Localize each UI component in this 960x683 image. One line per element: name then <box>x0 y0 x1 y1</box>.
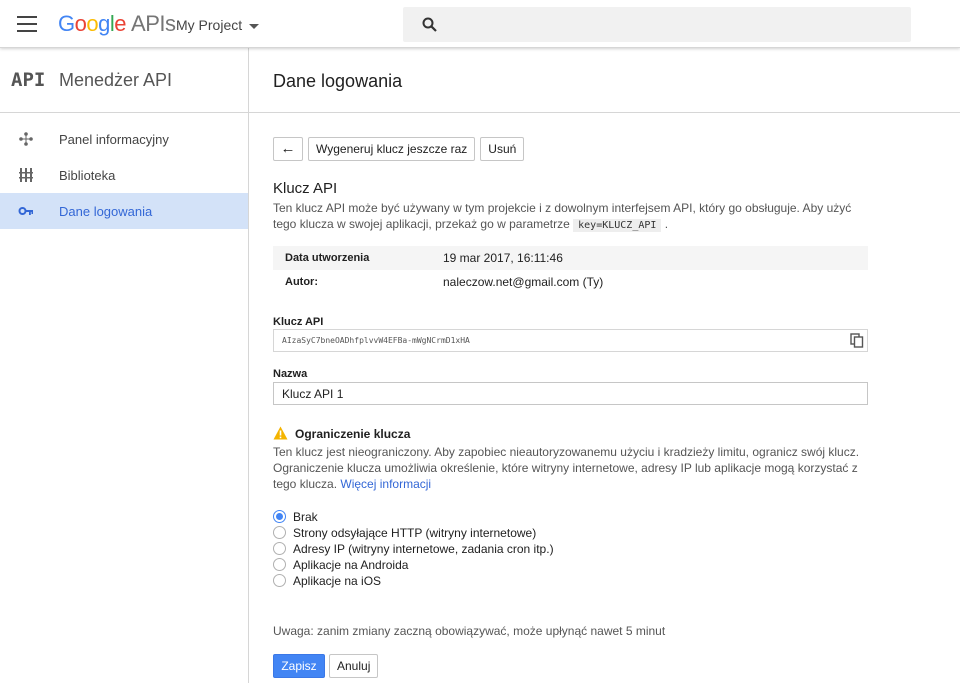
toolbar: ← Wygeneruj klucz jeszcze raz Usuń <box>273 137 868 162</box>
radio-unselected[interactable] <box>273 574 286 587</box>
sidebar-item-credentials[interactable]: Dane logowania <box>0 193 248 229</box>
library-icon <box>19 168 33 182</box>
key-metadata: Data utworzenia 19 mar 2017, 16:11:46 Au… <box>273 246 868 294</box>
logo-suffix: APIs <box>131 11 176 36</box>
created-label: Data utworzenia <box>285 252 370 264</box>
page-header: Dane logowania <box>249 48 960 113</box>
radio-unselected[interactable] <box>273 542 286 555</box>
description-end: . <box>664 217 669 231</box>
save-button[interactable]: Zapisz <box>273 654 325 678</box>
name-label: Nazwa <box>273 368 308 380</box>
param-code: key=KLUCZ_API <box>573 219 662 232</box>
regenerate-key-button[interactable]: Wygeneruj klucz jeszcze raz <box>308 137 476 161</box>
more-info-link[interactable]: Więcej informacji <box>340 477 431 491</box>
radio-unselected[interactable] <box>273 526 286 539</box>
dashboard-icon <box>19 132 33 146</box>
propagation-note: Uwaga: zanim zmiany zaczną obowiązywać, … <box>273 624 666 638</box>
logo-letter: G <box>58 11 75 36</box>
created-value: 19 mar 2017, 16:11:46 <box>443 251 563 265</box>
api-key-value[interactable]: AIzaSyC7bneOADhfplvvW4EFBa-mWgNCrmD1xHA <box>282 336 470 345</box>
sidebar: API Menedżer API Panel informacyjny Bibl… <box>0 48 249 683</box>
sidebar-item-label: Dane logowania <box>59 204 153 219</box>
sidebar-item-library[interactable]: Biblioteka <box>0 157 248 193</box>
radio-label: Adresy IP (witryny internetowe, zadania … <box>293 542 554 556</box>
description-text: Ten klucz API może być używany w tym pro… <box>273 201 852 231</box>
sidebar-header: API Menedżer API <box>0 48 248 113</box>
radio-option-ip-addresses[interactable]: Adresy IP (witryny internetowe, zadania … <box>273 540 868 556</box>
cancel-button[interactable]: Anuluj <box>329 654 379 678</box>
project-selector[interactable]: My Project <box>176 17 260 33</box>
key-description: Ten klucz API może być używany w tym pro… <box>273 200 868 234</box>
api-key-label: Klucz API <box>273 316 324 328</box>
logo-letter: o <box>86 11 99 36</box>
page-title: Dane logowania <box>273 71 403 91</box>
author-label: Autor: <box>285 276 318 288</box>
sidebar-nav: Panel informacyjny Biblioteka Dane logow… <box>0 121 248 229</box>
hamburger-menu-icon[interactable] <box>17 16 37 32</box>
radio-option-http-referrers[interactable]: Strony odsyłające HTTP (witryny internet… <box>273 524 868 540</box>
search-icon <box>422 17 437 32</box>
restriction-title: Ograniczenie klucza <box>295 427 411 441</box>
restriction-options: Brak Strony odsyłające HTTP (witryny int… <box>273 508 868 588</box>
restriction-heading: Ograniczenie klucza <box>273 426 868 442</box>
form-actions: Zapisz Anuluj <box>273 654 868 678</box>
key-icon <box>18 207 33 215</box>
author-row: Autor: naleczow.net@gmail.com (Ty) <box>273 270 868 294</box>
author-value: naleczow.net@gmail.com (Ty) <box>443 275 604 289</box>
delete-button[interactable]: Usuń <box>480 137 525 161</box>
google-apis-logo[interactable]: Google APIs <box>58 11 176 37</box>
radio-unselected[interactable] <box>273 558 286 571</box>
key-heading: Klucz API <box>273 180 338 197</box>
radio-label: Aplikacje na Androida <box>293 558 409 572</box>
radio-option-ios[interactable]: Aplikacje na iOS <box>273 572 868 588</box>
radio-label: Strony odsyłające HTTP (witryny internet… <box>293 526 537 540</box>
sidebar-item-dashboard[interactable]: Panel informacyjny <box>0 121 248 157</box>
created-row: Data utworzenia 19 mar 2017, 16:11:46 <box>273 246 868 270</box>
search-bar[interactable] <box>403 7 911 42</box>
project-name: My Project <box>176 17 243 33</box>
back-button[interactable]: ← <box>273 137 303 161</box>
warning-icon <box>273 426 288 440</box>
main-content: Dane logowania ← Wygeneruj klucz jeszcze … <box>249 48 960 683</box>
sidebar-item-label: Biblioteka <box>59 168 116 183</box>
logo-letter: g <box>98 11 110 36</box>
chevron-down-icon <box>249 23 260 29</box>
radio-selected[interactable] <box>273 510 286 523</box>
logo-letter: e <box>114 11 127 36</box>
key-details: ← Wygeneruj klucz jeszcze raz Usuń Klucz A… <box>273 137 868 678</box>
radio-option-android[interactable]: Aplikacje na Androida <box>273 556 868 572</box>
logo-letter: o <box>74 11 87 36</box>
sidebar-title: Menedżer API <box>59 70 173 90</box>
radio-option-none[interactable]: Brak <box>273 508 868 524</box>
restriction-text: Ten klucz jest nieograniczony. Aby zapob… <box>273 444 868 492</box>
sidebar-item-label: Panel informacyjny <box>59 132 169 147</box>
api-logo: API <box>11 69 46 91</box>
radio-label: Brak <box>293 510 318 524</box>
api-key-field[interactable]: AIzaSyC7bneOADhfplvvW4EFBa-mWgNCrmD1xHA <box>273 329 868 352</box>
name-input[interactable] <box>273 382 868 405</box>
radio-label: Aplikacje na iOS <box>293 574 382 588</box>
top-app-bar: Google APIs My Project <box>0 0 960 48</box>
copy-icon[interactable] <box>850 333 864 348</box>
